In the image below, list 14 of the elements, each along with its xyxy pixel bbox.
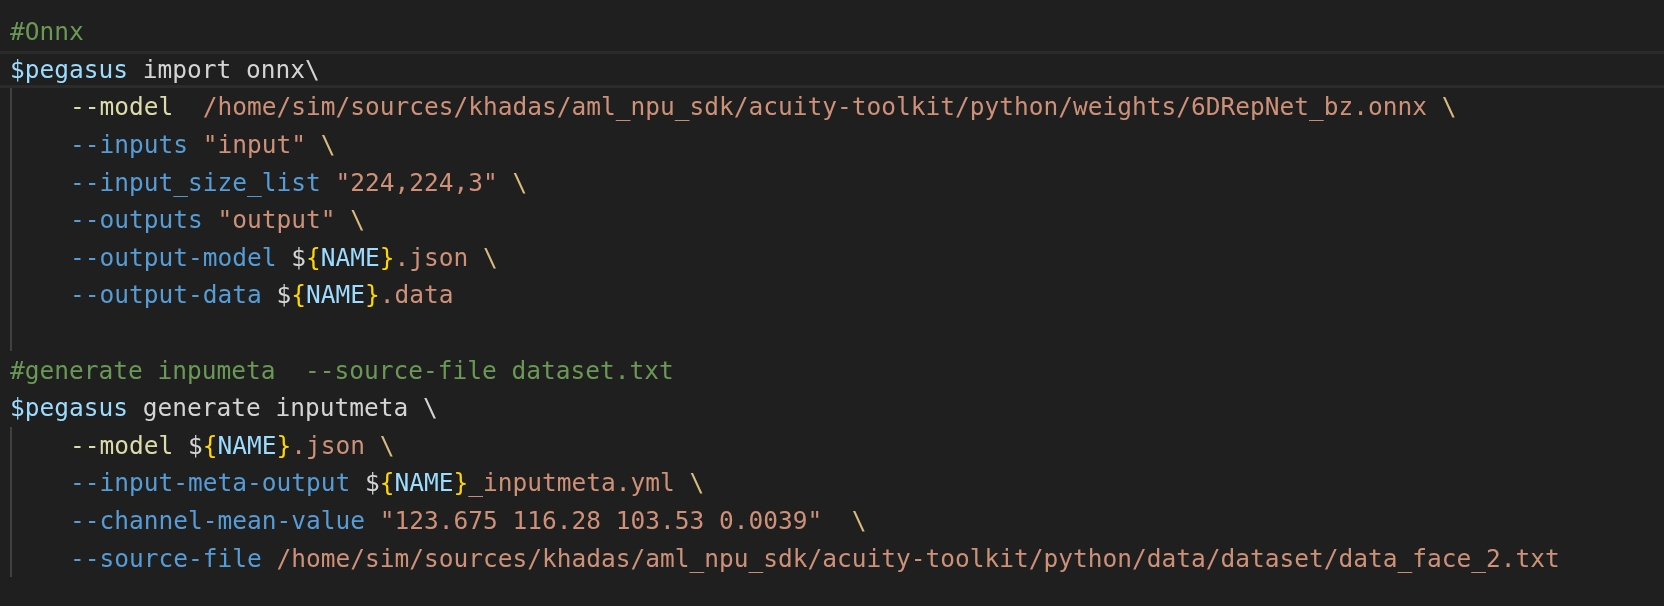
code-line: --output-model ${NAME}.json \ [70, 242, 498, 272]
code-line: --input_size_list "224,224,3" \ [70, 167, 528, 197]
code-line: --inputs "input" \ [70, 130, 336, 160]
code-line: $pegasus import onnx\ [10, 54, 320, 84]
code-line: --input-meta-output ${NAME}_inputmeta.yml \ [70, 468, 705, 498]
code-line: #Onnx [10, 17, 84, 47]
code-line: --outputs "output" \ [70, 205, 366, 235]
code-line: --model /home/sim/sources/khadas/aml_npu_sdk/acuity-toolkit/python/weights/6DRepNet_bz.onnx \ [70, 92, 1457, 122]
code-line: --output-data ${NAME}.data [70, 280, 454, 310]
code-line: --channel-mean-value "123.675 116.28 103.53 0.0039" \ [70, 506, 867, 535]
code-line: --source-file /home/sim/sources/khadas/aml_npu_sdk/acuity-toolkit/python/data/dataset/data_face_2.txt [70, 543, 1560, 573]
code-line: --model ${NAME}.json \ [70, 430, 395, 460]
code-line: $pegasus generate inputmeta \ [10, 393, 438, 423]
code-line: #generate inpumeta --source-file dataset.txt [10, 355, 674, 385]
